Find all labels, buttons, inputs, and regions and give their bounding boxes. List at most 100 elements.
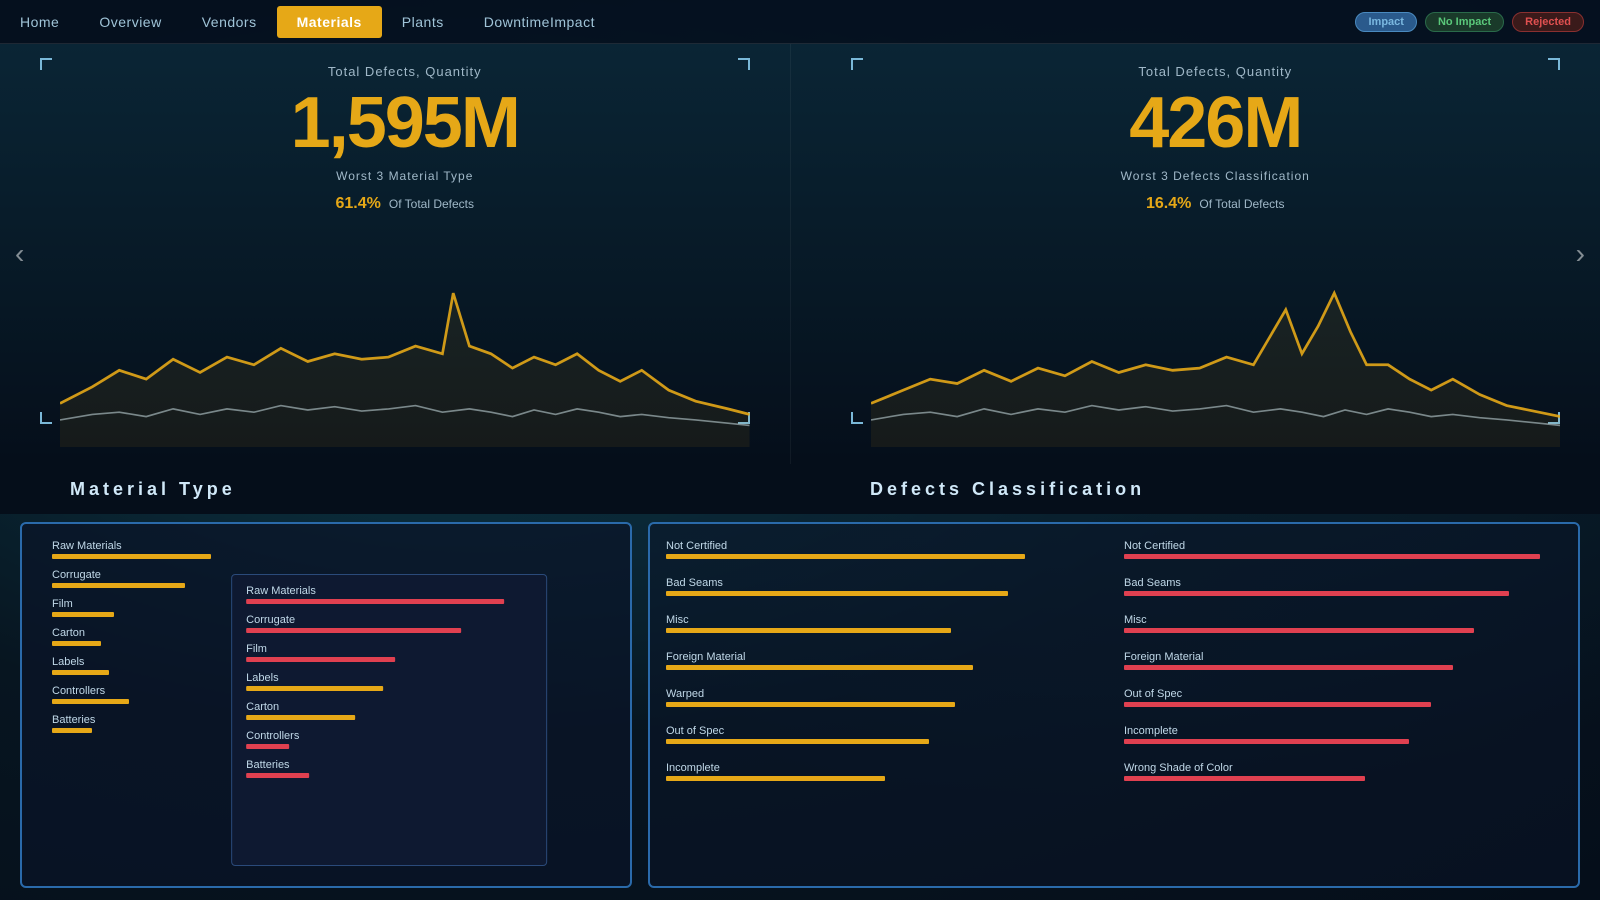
bar-row: Labels <box>246 672 532 691</box>
bar-container <box>52 554 273 559</box>
bar-container <box>1124 665 1562 670</box>
bar-container <box>246 686 532 691</box>
material-type-label: Material Type <box>0 464 800 514</box>
bar-row: Out of Spec <box>1124 688 1562 707</box>
right-chart-title: Total Defects, Quantity <box>871 64 1561 79</box>
bar-row: Foreign Material <box>666 651 1104 670</box>
tables-area: Raw MaterialsCorrugateFilmLabelsCartonCo… <box>0 514 1600 900</box>
left-subtitle2: Of Total Defects <box>389 197 474 211</box>
bar-fill <box>246 773 309 778</box>
nav-links: HomeOverviewVendorsMaterialsPlantsDownti… <box>0 6 615 38</box>
left-subtitle: Worst 3 Material Type <box>60 169 750 183</box>
bar-label: Bad Seams <box>1124 577 1562 589</box>
bar-container <box>246 657 532 662</box>
bar-label: Batteries <box>246 759 532 771</box>
defects-panel: Not Certified Bad Seams Misc Foreign Materi… <box>648 522 1580 888</box>
left-subtitle-label: Worst 3 Material Type <box>336 169 473 183</box>
bar-label: Misc <box>666 614 1104 626</box>
bar-label: Controllers <box>246 730 532 742</box>
nav-item-vendors[interactable]: Vendors <box>182 6 277 38</box>
left-big-number: 1,595M <box>60 87 750 159</box>
bar-fill <box>666 665 973 670</box>
bar-container <box>666 554 1104 559</box>
left-pct-row: 61.4% Of Total Defects <box>60 195 750 213</box>
bar-container <box>246 599 532 604</box>
bar-row: Misc <box>666 614 1104 633</box>
bar-row: Warped <box>666 688 1104 707</box>
bar-fill <box>1124 628 1474 633</box>
nav-item-overview[interactable]: Overview <box>79 6 181 38</box>
bar-fill <box>52 554 211 559</box>
bar-container <box>666 702 1104 707</box>
top-bar: HomeOverviewVendorsMaterialsPlantsDownti… <box>0 0 1600 44</box>
bar-container <box>1124 554 1562 559</box>
bar-fill <box>1124 554 1540 559</box>
bar-label: Warped <box>666 688 1104 700</box>
bar-label: Foreign Material <box>1124 651 1562 663</box>
nav-item-plants[interactable]: Plants <box>382 6 464 38</box>
bar-container <box>666 628 1104 633</box>
bar-fill <box>52 699 129 704</box>
bar-container <box>1124 739 1562 744</box>
defects-left-col: Not Certified Bad Seams Misc Foreign Materi… <box>666 540 1104 870</box>
bar-fill <box>1124 665 1453 670</box>
right-chart-svg <box>871 227 1561 447</box>
bar-row: Controllers <box>246 730 532 749</box>
next-arrow[interactable]: › <box>1566 228 1595 280</box>
prev-arrow[interactable]: ‹ <box>5 228 34 280</box>
material-type-panel: Raw MaterialsCorrugateFilmLabelsCartonCo… <box>20 522 632 888</box>
bar-row: Not Certified <box>1124 540 1562 559</box>
bar-container <box>666 665 1104 670</box>
bar-fill <box>666 554 1025 559</box>
bar-label: Not Certified <box>1124 540 1562 552</box>
bar-row: Foreign Material <box>1124 651 1562 670</box>
bar-label: Out of Spec <box>666 725 1104 737</box>
bar-row: Carton <box>246 701 532 720</box>
bar-fill <box>246 628 461 633</box>
filter-pill-no-impact[interactable]: No Impact <box>1425 12 1504 32</box>
bar-label: Corrugate <box>246 614 532 626</box>
bar-container <box>1124 776 1562 781</box>
right-chart-panel: Total Defects, Quantity 426M Worst 3 Def… <box>790 44 1600 464</box>
filter-pill-rejected[interactable]: Rejected <box>1512 12 1584 32</box>
defects-classification-label: Defects Classification <box>800 464 1600 514</box>
bar-container <box>246 628 532 633</box>
bar-fill <box>52 670 109 675</box>
bar-row: Bad Seams <box>666 577 1104 596</box>
right-subtitle2: Of Total Defects <box>1199 197 1284 211</box>
nav-item-materials[interactable]: Materials <box>277 6 382 38</box>
left-chart-title: Total Defects, Quantity <box>60 64 750 79</box>
nav-item-downtime[interactable]: DowntimeImpact <box>464 6 615 38</box>
right-big-number: 426M <box>871 87 1561 159</box>
left-chart-svg <box>60 227 750 447</box>
bar-label: Film <box>246 643 532 655</box>
bar-label: Foreign Material <box>666 651 1104 663</box>
bar-label: Out of Spec <box>1124 688 1562 700</box>
bar-row: Not Certified <box>666 540 1104 559</box>
bar-label: Misc <box>1124 614 1562 626</box>
bar-fill <box>1124 591 1509 596</box>
bar-fill <box>52 583 185 588</box>
bar-label: Bad Seams <box>666 577 1104 589</box>
left-pct: 61.4% <box>335 195 380 213</box>
bar-label: Incomplete <box>1124 725 1562 737</box>
defects-right-col: Not Certified Bad Seams Misc Foreign Materi… <box>1124 540 1562 870</box>
bar-fill <box>1124 776 1365 781</box>
section-labels: Material Type Defects Classification <box>0 464 1600 514</box>
bar-fill <box>666 591 1008 596</box>
bar-row: Batteries <box>246 759 532 778</box>
bar-fill <box>52 612 114 617</box>
right-subtitle: Worst 3 Defects Classification <box>871 169 1561 183</box>
bar-label: Labels <box>246 672 532 684</box>
nav-item-home[interactable]: Home <box>0 6 79 38</box>
bar-container <box>246 715 532 720</box>
bar-container <box>1124 628 1562 633</box>
main-content: ‹ Total Defects, Quantity 1,595M Worst 3… <box>0 44 1600 900</box>
left-chart-panel: Total Defects, Quantity 1,595M Worst 3 M… <box>0 44 790 464</box>
filter-pill-impact[interactable]: Impact <box>1355 12 1416 32</box>
bar-label: Incomplete <box>666 762 1104 774</box>
bar-fill <box>246 686 383 691</box>
bar-fill <box>666 628 951 633</box>
bar-row: Corrugate <box>246 614 532 633</box>
bar-label: Carton <box>246 701 532 713</box>
